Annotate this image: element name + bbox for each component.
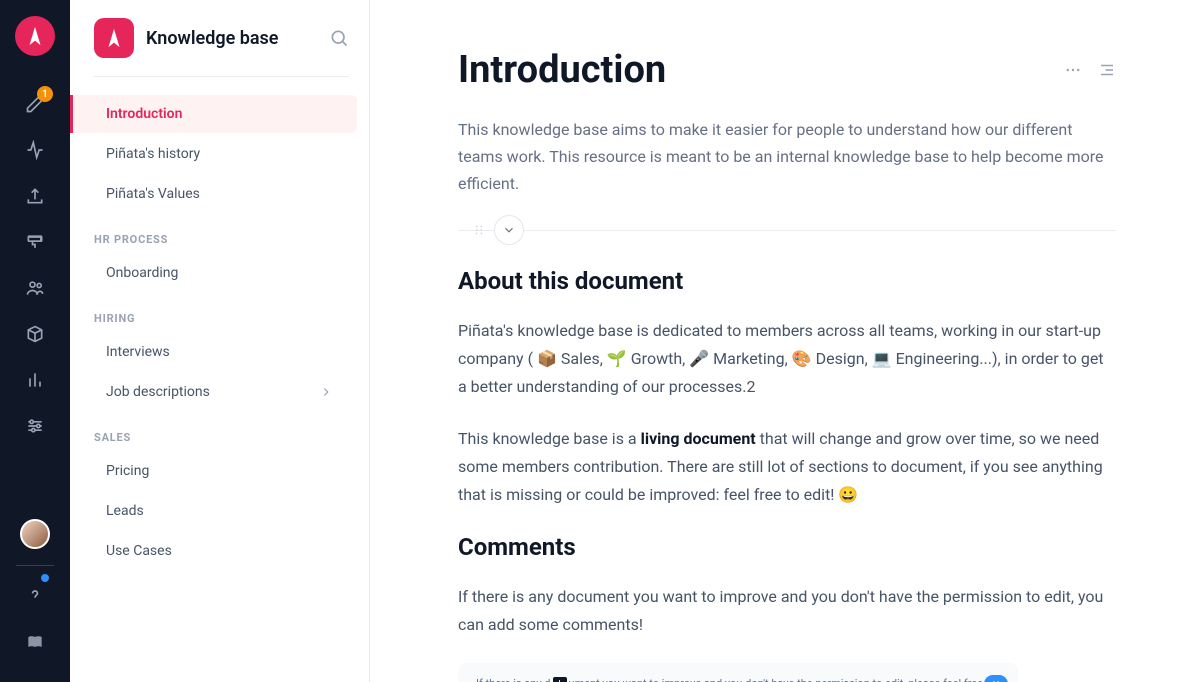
nav-item-introduction[interactable]: Introduction [70,95,357,133]
comments-heading: Comments [458,533,1116,561]
nav-item-label: Leads [106,503,144,519]
collapse-button[interactable] [494,215,524,245]
block-handle [472,215,524,245]
about-section: About this document [458,215,1116,295]
doc-title: Introduction [458,48,1064,92]
share-icon[interactable] [15,176,55,216]
rail-bottom [0,519,70,682]
align-right-icon[interactable] [1098,61,1116,79]
nav-section-hr: HR PROCESS [70,215,369,254]
nav-item-label: Pricing [106,463,149,479]
help-icon[interactable] [15,576,55,616]
nav-logo[interactable] [94,18,134,58]
nav-item-label: Piñata's Values [106,186,200,202]
text-span: This knowledge base is a [458,429,641,448]
title-actions [1064,61,1116,79]
hint-text: If there is any d [476,677,551,682]
main-content: Introduction This knowledge base aims to… [370,0,1200,682]
lead-paragraph: This knowledge base aims to make it easi… [458,116,1116,198]
users-icon[interactable] [15,268,55,308]
package-icon[interactable] [15,314,55,354]
nav-item-pricing[interactable]: Pricing [82,452,357,490]
nav-panel: Knowledge base Introduction Piñata's his… [70,0,370,682]
nav-item-onboarding[interactable]: Onboarding [82,254,357,292]
avatar[interactable] [20,519,50,549]
search-icon[interactable] [329,28,349,48]
living-paragraph: This knowledge base is a living document… [458,425,1116,509]
nav-item-label: Piñata's history [106,146,200,162]
close-icon [991,679,1001,682]
comments-paragraph: If there is any document you want to imp… [458,583,1116,639]
text-strong: living document [641,429,756,448]
comment-hint-box: If there is any d + ument you want to im… [458,663,1018,682]
nav-item-label: Job descriptions [106,384,210,400]
chevron-right-icon [319,385,333,399]
nav-item-label: Use Cases [106,543,172,559]
hint-text: ument you want to improve and you don't … [569,677,996,682]
sliders-icon[interactable] [15,406,55,446]
nav-item-leads[interactable]: Leads [82,492,357,530]
online-dot-icon [41,574,49,582]
nav-item-job-descriptions[interactable]: Job descriptions [82,373,357,411]
nav-section-sales: SALES [70,413,369,452]
nav-item-values[interactable]: Piñata's Values [82,175,357,213]
chart-icon[interactable] [15,360,55,400]
activity-icon[interactable] [15,130,55,170]
app-logo[interactable] [15,16,55,56]
edit-icon[interactable]: 1 [15,84,55,124]
about-paragraph: Piñata's knowledge base is dedicated to … [458,317,1116,401]
notification-badge: 1 [37,86,53,102]
drag-handle-icon[interactable] [472,223,486,237]
more-icon[interactable] [1064,61,1082,79]
nav-item-interviews[interactable]: Interviews [82,333,357,371]
nav-item-label: Introduction [106,106,182,122]
nav-item-use-cases[interactable]: Use Cases [82,532,357,570]
chevron-down-icon [502,223,516,237]
title-row: Introduction [458,48,1116,92]
insert-icon[interactable]: + [553,677,567,682]
book-icon[interactable] [15,622,55,662]
nav-section-hiring: HIRING [70,294,369,333]
icon-rail: 1 [0,0,70,682]
nav-item-label: Onboarding [106,265,178,281]
close-pill[interactable] [984,675,1008,682]
about-heading: About this document [458,215,1116,295]
rail-divider [16,565,54,566]
nav-item-label: Interviews [106,344,170,360]
nav-item-history[interactable]: Piñata's history [82,135,357,173]
paint-icon[interactable] [15,222,55,262]
workspace-title: Knowledge base [146,28,329,49]
nav-header: Knowledge base [94,18,349,77]
